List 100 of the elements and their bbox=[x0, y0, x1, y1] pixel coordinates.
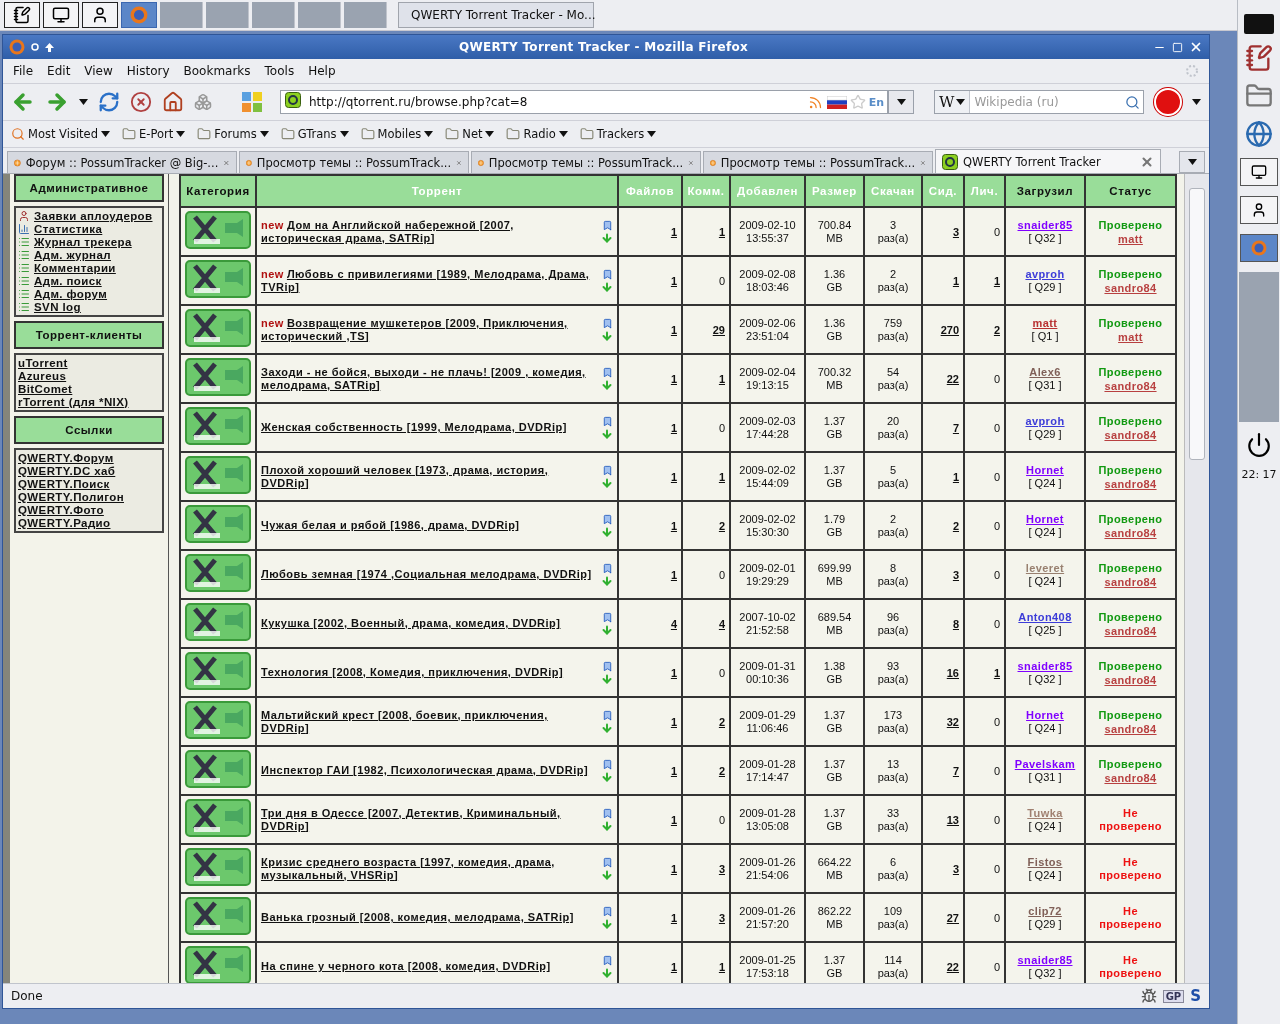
taskbar-window-button[interactable]: QWERTY Torrent Tracker - Mo... bbox=[398, 2, 594, 28]
download-icon[interactable] bbox=[601, 672, 613, 685]
menu-item[interactable]: View bbox=[84, 64, 113, 78]
stop-icon[interactable] bbox=[130, 91, 152, 113]
leechers-link[interactable]: 1 bbox=[993, 274, 1000, 287]
menu-item[interactable]: Bookmarks bbox=[183, 64, 251, 78]
seeders-link[interactable]: 32 bbox=[946, 715, 959, 728]
globe-icon[interactable] bbox=[1245, 120, 1273, 148]
moderator-link[interactable]: sandro84 bbox=[1104, 428, 1157, 441]
bookmark-icon[interactable] bbox=[601, 758, 613, 770]
files-link[interactable]: 1 bbox=[670, 862, 677, 875]
moderator-link[interactable]: sandro84 bbox=[1104, 575, 1157, 588]
category-icon[interactable] bbox=[185, 553, 251, 594]
files-link[interactable]: 1 bbox=[670, 372, 677, 385]
grid-icon[interactable] bbox=[242, 92, 262, 112]
category-icon[interactable] bbox=[185, 210, 251, 251]
monitor-icon[interactable] bbox=[52, 6, 70, 24]
files-link[interactable]: 1 bbox=[670, 274, 677, 287]
moderator-link[interactable]: sandro84 bbox=[1104, 281, 1157, 294]
category-icon[interactable] bbox=[185, 259, 251, 300]
category-icon[interactable] bbox=[185, 406, 251, 447]
bookmark-folder[interactable]: E-Port bbox=[122, 127, 186, 141]
comments-link[interactable]: 1 bbox=[718, 372, 725, 385]
files-link[interactable]: 4 bbox=[670, 617, 677, 630]
bookmark-icon[interactable] bbox=[601, 317, 613, 329]
comments-link[interactable]: 2 bbox=[718, 519, 725, 532]
tab-list-button[interactable] bbox=[1179, 151, 1205, 173]
seeders-link[interactable]: 7 bbox=[952, 421, 959, 434]
sidebar-link[interactable]: uTorrent bbox=[18, 357, 160, 369]
moderator-link[interactable]: sandro84 bbox=[1104, 379, 1157, 392]
uploader-link[interactable]: Fistos bbox=[1027, 856, 1063, 868]
download-icon[interactable] bbox=[601, 966, 613, 979]
category-icon[interactable] bbox=[185, 504, 251, 545]
uploader-link[interactable]: clip72 bbox=[1028, 905, 1062, 917]
category-icon[interactable] bbox=[185, 945, 251, 983]
search-icon[interactable] bbox=[1125, 94, 1140, 110]
menu-item[interactable]: Tools bbox=[264, 64, 295, 78]
bookmark-icon[interactable] bbox=[601, 709, 613, 721]
sidebar-link[interactable]: Комментарии bbox=[18, 262, 160, 274]
seeders-link[interactable]: 13 bbox=[946, 813, 959, 826]
notepad-icon[interactable] bbox=[1245, 44, 1273, 72]
download-icon[interactable] bbox=[601, 623, 613, 636]
bookmark-icon[interactable] bbox=[601, 268, 613, 280]
sidebar-link[interactable]: SVN log bbox=[18, 301, 160, 313]
uploader-link[interactable]: Alex6 bbox=[1029, 366, 1061, 378]
bookmark-icon[interactable] bbox=[601, 513, 613, 525]
bookmark-folder[interactable]: Radio bbox=[506, 127, 568, 141]
download-icon[interactable] bbox=[601, 721, 613, 734]
download-icon[interactable] bbox=[601, 917, 613, 930]
category-icon[interactable] bbox=[185, 357, 251, 398]
comments-link[interactable]: 29 bbox=[712, 323, 725, 336]
bookmark-folder[interactable]: Mobiles bbox=[360, 127, 434, 141]
sidebar-link[interactable]: QWERTY.Форум bbox=[18, 452, 160, 464]
bug-icon[interactable] bbox=[1140, 988, 1157, 1004]
uploader-link[interactable]: matt bbox=[1032, 317, 1058, 329]
comments-link[interactable]: 1 bbox=[718, 225, 725, 238]
sidebar-link[interactable]: QWERTY.Фото bbox=[18, 504, 160, 516]
seeders-link[interactable]: 22 bbox=[946, 960, 959, 973]
sidebar-link[interactable]: Адм. поиск bbox=[18, 275, 160, 287]
tab-close-icon[interactable] bbox=[1140, 154, 1154, 169]
bookmark-icon[interactable] bbox=[601, 954, 613, 966]
menu-item[interactable]: File bbox=[13, 64, 34, 78]
comments-link[interactable]: 2 bbox=[718, 715, 725, 728]
category-icon[interactable] bbox=[185, 896, 251, 937]
download-icon[interactable] bbox=[601, 868, 613, 881]
bookmark-icon[interactable] bbox=[601, 562, 613, 574]
uploader-link[interactable]: avproh bbox=[1025, 415, 1065, 427]
seeders-link[interactable]: 27 bbox=[946, 911, 959, 924]
scrollbar-thumb[interactable] bbox=[1189, 188, 1205, 460]
menu-item[interactable]: Edit bbox=[47, 64, 71, 78]
editor-icon[interactable] bbox=[13, 6, 31, 24]
status-badge[interactable]: GP bbox=[1162, 989, 1185, 1003]
sidebar-link[interactable]: QWERTY.Полигон bbox=[18, 491, 160, 503]
forward-icon[interactable] bbox=[45, 90, 69, 114]
files-link[interactable]: 1 bbox=[670, 715, 677, 728]
bookmark-icon[interactable] bbox=[601, 611, 613, 623]
uploader-link[interactable]: snaider85 bbox=[1017, 954, 1073, 966]
maximize-icon[interactable] bbox=[1172, 41, 1183, 53]
category-icon[interactable] bbox=[185, 651, 251, 692]
files-link[interactable]: 1 bbox=[670, 225, 677, 238]
category-icon[interactable] bbox=[185, 700, 251, 741]
back-icon[interactable] bbox=[11, 90, 35, 114]
seeders-link[interactable]: 22 bbox=[946, 372, 959, 385]
extension-icon[interactable] bbox=[194, 93, 212, 111]
uploader-link[interactable]: Hornet bbox=[1026, 709, 1064, 721]
browser-tab[interactable]: Просмотр темы :: PossumTrack... bbox=[239, 151, 469, 173]
uploader-link[interactable]: snaider85 bbox=[1017, 660, 1073, 672]
seeders-link[interactable]: 7 bbox=[952, 764, 959, 777]
home-icon[interactable] bbox=[162, 91, 184, 113]
seeders-link[interactable]: 8 bbox=[952, 617, 959, 630]
search-field[interactable]: W Wikipedia (ru) bbox=[934, 90, 1144, 114]
download-icon[interactable] bbox=[601, 427, 613, 440]
files-link[interactable]: 1 bbox=[670, 519, 677, 532]
seeders-link[interactable]: 3 bbox=[952, 862, 959, 875]
bookmark-folder[interactable]: Trackers bbox=[579, 127, 657, 141]
bookmark-folder[interactable]: Net bbox=[445, 127, 495, 141]
uploader-link[interactable]: avproh bbox=[1025, 268, 1065, 280]
folder-icon[interactable] bbox=[1245, 82, 1273, 110]
bookmark-folder[interactable]: Forums bbox=[197, 127, 269, 141]
moderator-link[interactable]: matt bbox=[1118, 232, 1143, 245]
